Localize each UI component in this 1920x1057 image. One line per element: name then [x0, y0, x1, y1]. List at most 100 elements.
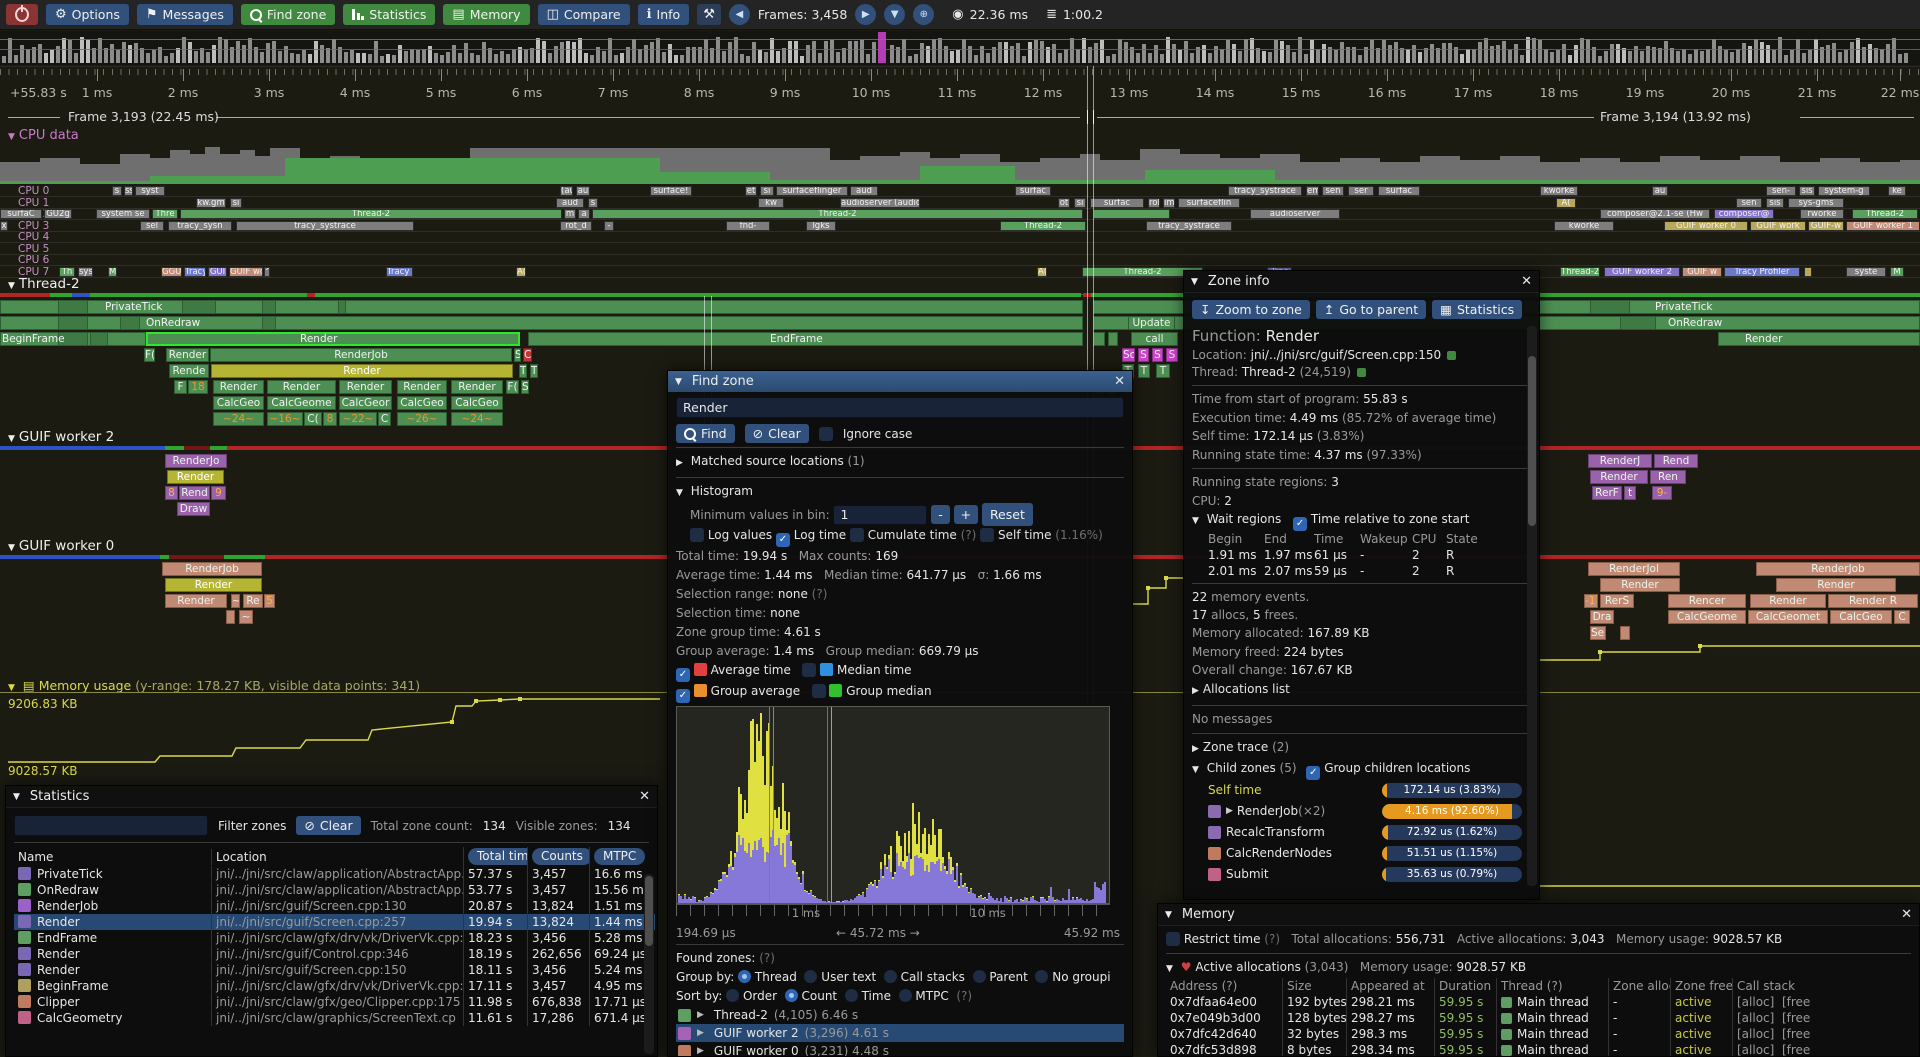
child-zone-row[interactable]: ▶RenderJob (×2)4.16 ms (92.60%) [1192, 801, 1531, 822]
zone[interactable]: CalcGeome [267, 396, 336, 410]
zone[interactable]: call [1131, 332, 1178, 346]
zone[interactable]: S [521, 380, 529, 394]
find-button[interactable]: Find [676, 424, 735, 443]
table-row[interactable]: EndFrame [14, 930, 211, 946]
zone[interactable]: C [523, 348, 532, 362]
zone[interactable]: ~22~ [339, 412, 377, 426]
cpu-zone-block[interactable]: sys-gms [1788, 198, 1844, 208]
zone[interactable] [1108, 332, 1118, 346]
log-time-checkbox[interactable]: ✓ [776, 533, 790, 547]
cpu-zone-block[interactable]: et [745, 186, 757, 196]
cpu-zone-block[interactable]: sysk [78, 267, 93, 277]
zone[interactable]: C( [304, 412, 322, 426]
cell-call-stack[interactable]: [alloc] [free [1732, 1026, 1892, 1042]
frame-overview-strip[interactable] [0, 31, 1920, 65]
table-row[interactable]: OnRedraw [14, 882, 211, 898]
sort-radio-2[interactable] [845, 989, 858, 1002]
find-zone-titlebar[interactable]: ▼ Find zone ✕ [668, 371, 1132, 392]
zone[interactable]: CalcGeo [451, 396, 503, 410]
cpu-zone-block[interactable]: si [760, 186, 774, 196]
cell-thread[interactable]: Main thread [1496, 1042, 1608, 1057]
cell-appeared[interactable]: 298.21 ms [1346, 994, 1434, 1010]
zone[interactable]: Render R [1828, 594, 1918, 608]
power-button[interactable] [6, 4, 38, 25]
cpu-zone-block[interactable]: GGUIF [161, 267, 182, 277]
cpu-zone-block[interactable]: Tracy S [386, 267, 413, 277]
cpu-zone-block[interactable]: si [230, 198, 242, 208]
col-sort-button[interactable]: Counts [527, 847, 589, 866]
zone[interactable]: T [1138, 364, 1150, 378]
zone[interactable] [226, 610, 235, 624]
cpu-zone-block[interactable]: m [564, 209, 576, 219]
zone[interactable]: Ren [1650, 470, 1686, 484]
table-row[interactable]: CalcGeometry [14, 1010, 211, 1026]
cpu-zone-block[interactable]: aud [556, 198, 584, 208]
found-zone-group[interactable]: ▶Thread-2(4,105) 6.46 s [676, 1006, 1124, 1024]
zone[interactable]: Rende [169, 364, 209, 378]
zone[interactable]: ~26~ [397, 412, 447, 426]
go-to-parent-button[interactable]: ↥Go to parent [1316, 300, 1426, 319]
zone[interactable]: 18 [188, 380, 208, 394]
zone[interactable]: 8 [165, 486, 178, 500]
zone[interactable]: -17 [1584, 594, 1598, 608]
zone[interactable]: S [1152, 348, 1163, 362]
histogram-section-header[interactable]: ▼ Histogram [676, 482, 1124, 503]
mem-col-0[interactable]: Address (?) [1166, 978, 1282, 994]
cell-duration[interactable]: 59.95 s [1434, 1026, 1496, 1042]
cpu-zone-block[interactable]: syst [135, 186, 165, 196]
zone[interactable] [262, 300, 276, 314]
zone[interactable]: Render [397, 380, 447, 394]
zone[interactable] [262, 316, 276, 330]
zone[interactable]: Render [339, 380, 392, 394]
zone[interactable]: ~24~ [213, 412, 264, 426]
cell-thread[interactable]: Main thread [1496, 1026, 1608, 1042]
cell-call-stack[interactable]: [alloc] [free [1732, 1010, 1892, 1026]
zone[interactable] [182, 300, 216, 314]
find-zone-histogram[interactable] [676, 706, 1110, 904]
table-row[interactable]: Render [14, 946, 211, 962]
bin-minus-button[interactable]: - [931, 505, 950, 524]
ignore-case-checkbox[interactable] [819, 427, 833, 441]
log-values-checkbox[interactable] [690, 528, 704, 542]
timeline-ruler[interactable]: +55.83 s1 ms2 ms3 ms4 ms5 ms6 ms7 ms8 ms… [0, 66, 1920, 109]
mem-col-3[interactable]: Duration [1434, 978, 1496, 994]
cpu-zone-block[interactable]: system-g [1818, 186, 1870, 196]
table-row[interactable]: BeginFrame [14, 978, 211, 994]
cell-appeared[interactable]: 298.34 ms [1346, 1042, 1434, 1057]
zone[interactable]: Re [243, 594, 263, 608]
zone[interactable]: T [530, 364, 538, 378]
table-row[interactable]: Clipper [14, 994, 211, 1010]
cell-call-stack[interactable]: [alloc] [free [1732, 1042, 1892, 1057]
clear-filter-button[interactable]: ⊘Clear [296, 816, 360, 835]
cpu-zone-block[interactable]: composer@2.1-se (Hw [1600, 209, 1710, 219]
zone[interactable]: RenderJo [165, 454, 227, 468]
cpu-zone-block[interactable]: tracy_systrace [1228, 186, 1302, 196]
zone[interactable]: RenderJ [1588, 454, 1652, 468]
zone[interactable]: 9- [1652, 486, 1672, 500]
child-zones-header[interactable]: Child zones [1207, 761, 1276, 775]
current-frame-marker[interactable] [878, 32, 886, 63]
cell-zone-alloc[interactable]: - [1608, 994, 1670, 1010]
bin-plus-button[interactable]: + [954, 505, 978, 524]
cpu-zone-block[interactable]: surfaceflinger [776, 186, 848, 196]
cpu-zone-block[interactable]: au [1652, 186, 1668, 196]
zone[interactable]: Update [1128, 316, 1175, 330]
frame-label-right[interactable]: Frame 3,194 (13.92 ms) [1600, 109, 1751, 124]
cell-duration[interactable]: 59.95 s [1434, 994, 1496, 1010]
cpu-zone-block[interactable]: Tracy [184, 267, 206, 277]
cpu-zone-block[interactable]: syste [1846, 267, 1886, 277]
cell-address[interactable]: 0x7e049b3d00 [1166, 1010, 1282, 1026]
messages-button[interactable]: ⚑Messages [137, 4, 233, 25]
zone[interactable]: RenderJob [210, 348, 512, 362]
cpu-zone-block[interactable]: GUIF worker 0 [1664, 221, 1748, 231]
cpu-zone-block[interactable]: ss [124, 186, 133, 196]
cpu-zone-block[interactable]: GUIF worker 2 [1604, 267, 1680, 277]
zone-statistics-button[interactable]: ▦Statistics [1432, 300, 1522, 319]
zone[interactable]: 8 [323, 412, 337, 426]
cell-size[interactable]: 32 bytes [1282, 1026, 1346, 1042]
cell-call-stack[interactable]: [alloc] [free [1732, 994, 1892, 1010]
zone[interactable]: 9 [211, 486, 226, 500]
zone[interactable]: Render [267, 380, 336, 394]
col-sort-button[interactable]: MTPC [589, 847, 655, 866]
cell-zone-free[interactable]: active [1670, 1010, 1732, 1026]
